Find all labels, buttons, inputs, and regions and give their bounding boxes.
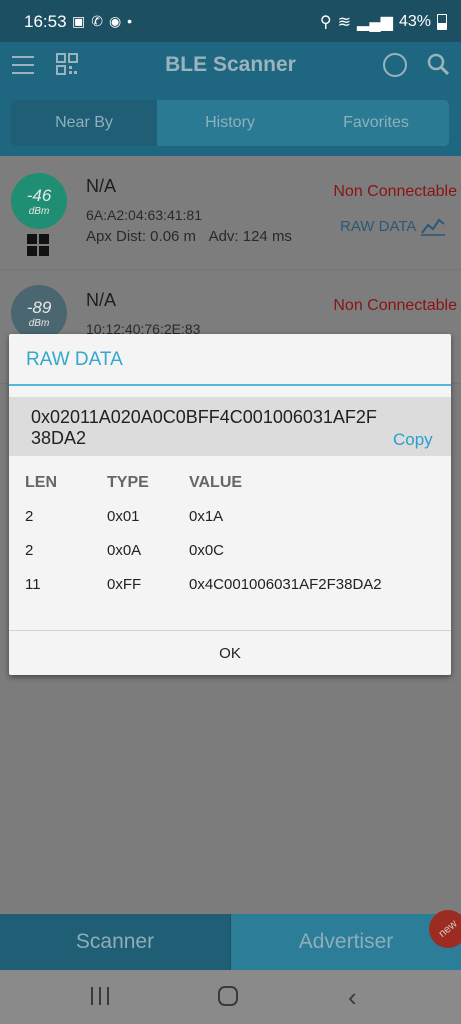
header-type: TYPE	[107, 474, 149, 491]
dialog-footer-divider	[9, 630, 451, 631]
device-name: N/A	[86, 176, 117, 196]
status-time: 16:53	[24, 12, 67, 31]
ok-button[interactable]: OK	[9, 645, 451, 662]
windows-icon	[27, 234, 49, 256]
distance-text: Apx Dist: 0.06 m	[86, 228, 197, 245]
radar-icon[interactable]	[383, 53, 407, 77]
device-name: N/A	[86, 290, 117, 310]
recents-icon[interactable]	[91, 987, 109, 1005]
device-distance: Apx Dist: 0.06 m Adv: 124 ms	[86, 228, 292, 245]
device-row[interactable]: -46 dBm N/A 6A:A2:04:63:41:81 Apx Dist: …	[0, 156, 461, 270]
rssi-value: -46	[26, 186, 52, 205]
dialog-divider	[9, 384, 451, 386]
cell-value: 0x1A	[189, 508, 224, 525]
back-icon[interactable]: ‹	[348, 982, 357, 1013]
device-mac: 6A:A2:04:63:41:81	[86, 207, 202, 223]
raw-data-box: 0x02011A020A0C0BFF4C001006031AF2F38DA2 C…	[9, 397, 451, 456]
wifi-icon: ≋	[337, 14, 352, 31]
cell-type: 0xFF	[107, 576, 142, 593]
battery-level: 43%	[398, 13, 431, 30]
raw-data-value: 0x02011A020A0C0BFF4C001006031AF2F38DA2	[31, 407, 377, 448]
raw-data-dialog: RAW DATA 0x02011A020A0C0BFF4C001006031AF…	[9, 334, 451, 675]
advertiser-tab[interactable]: Advertiser new	[230, 902, 461, 970]
status-bar: 16:53 ▣✆◉• ⚲ ≋ ▂▄▆ 43%	[0, 0, 461, 42]
scanner-tab[interactable]: Scanner	[0, 914, 230, 970]
battery-icon	[437, 14, 447, 30]
tab-group: Near By History Favorites	[11, 100, 449, 146]
connectable-status: Non Connectable	[333, 183, 457, 200]
cell-len: 2	[25, 542, 34, 559]
rssi-unit: dBm	[28, 318, 50, 329]
raw-data-link[interactable]: RAW DATA	[340, 218, 416, 235]
rssi-badge: -89 dBm	[11, 285, 67, 341]
cell-type: 0x01	[107, 508, 140, 525]
advertiser-label: Advertiser	[298, 930, 394, 953]
tab-favorites[interactable]: Favorites	[303, 100, 449, 146]
tab-near-by[interactable]: Near By	[11, 100, 157, 146]
header-len: LEN	[25, 474, 57, 491]
system-nav-bar: ‹	[0, 970, 461, 1024]
header-value: VALUE	[189, 474, 243, 491]
copy-button[interactable]: Copy	[393, 430, 433, 450]
cell-len: 11	[25, 576, 41, 593]
rssi-unit: dBm	[28, 206, 50, 217]
tabs-bar: Near By History Favorites	[0, 90, 461, 156]
notification-icons: ▣✆◉•	[72, 13, 139, 29]
tab-history[interactable]: History	[157, 100, 303, 146]
rssi-value: -89	[26, 298, 52, 317]
connectable-status: Non Connectable	[333, 297, 457, 314]
cell-type: 0x0A	[107, 542, 142, 559]
bottom-tabs: Scanner Advertiser new	[0, 902, 461, 970]
cell-len: 2	[25, 508, 34, 525]
search-icon[interactable]	[427, 53, 449, 75]
adv-interval: Adv: 124 ms	[208, 228, 292, 245]
home-icon[interactable]	[218, 986, 238, 1006]
app-bar: BLE Scanner	[0, 42, 461, 90]
cell-value: 0x4C001006031AF2F38DA2	[189, 576, 382, 593]
chart-icon[interactable]	[421, 216, 445, 236]
dialog-title: RAW DATA	[26, 349, 123, 370]
status-right-icons: ⚲ ≋ ▂▄▆ 43%	[320, 12, 447, 32]
signal-icon: ▂▄▆	[357, 14, 393, 31]
rssi-badge: -46 dBm	[11, 173, 67, 229]
location-icon: ⚲	[319, 14, 332, 31]
cell-value: 0x0C	[189, 542, 225, 559]
